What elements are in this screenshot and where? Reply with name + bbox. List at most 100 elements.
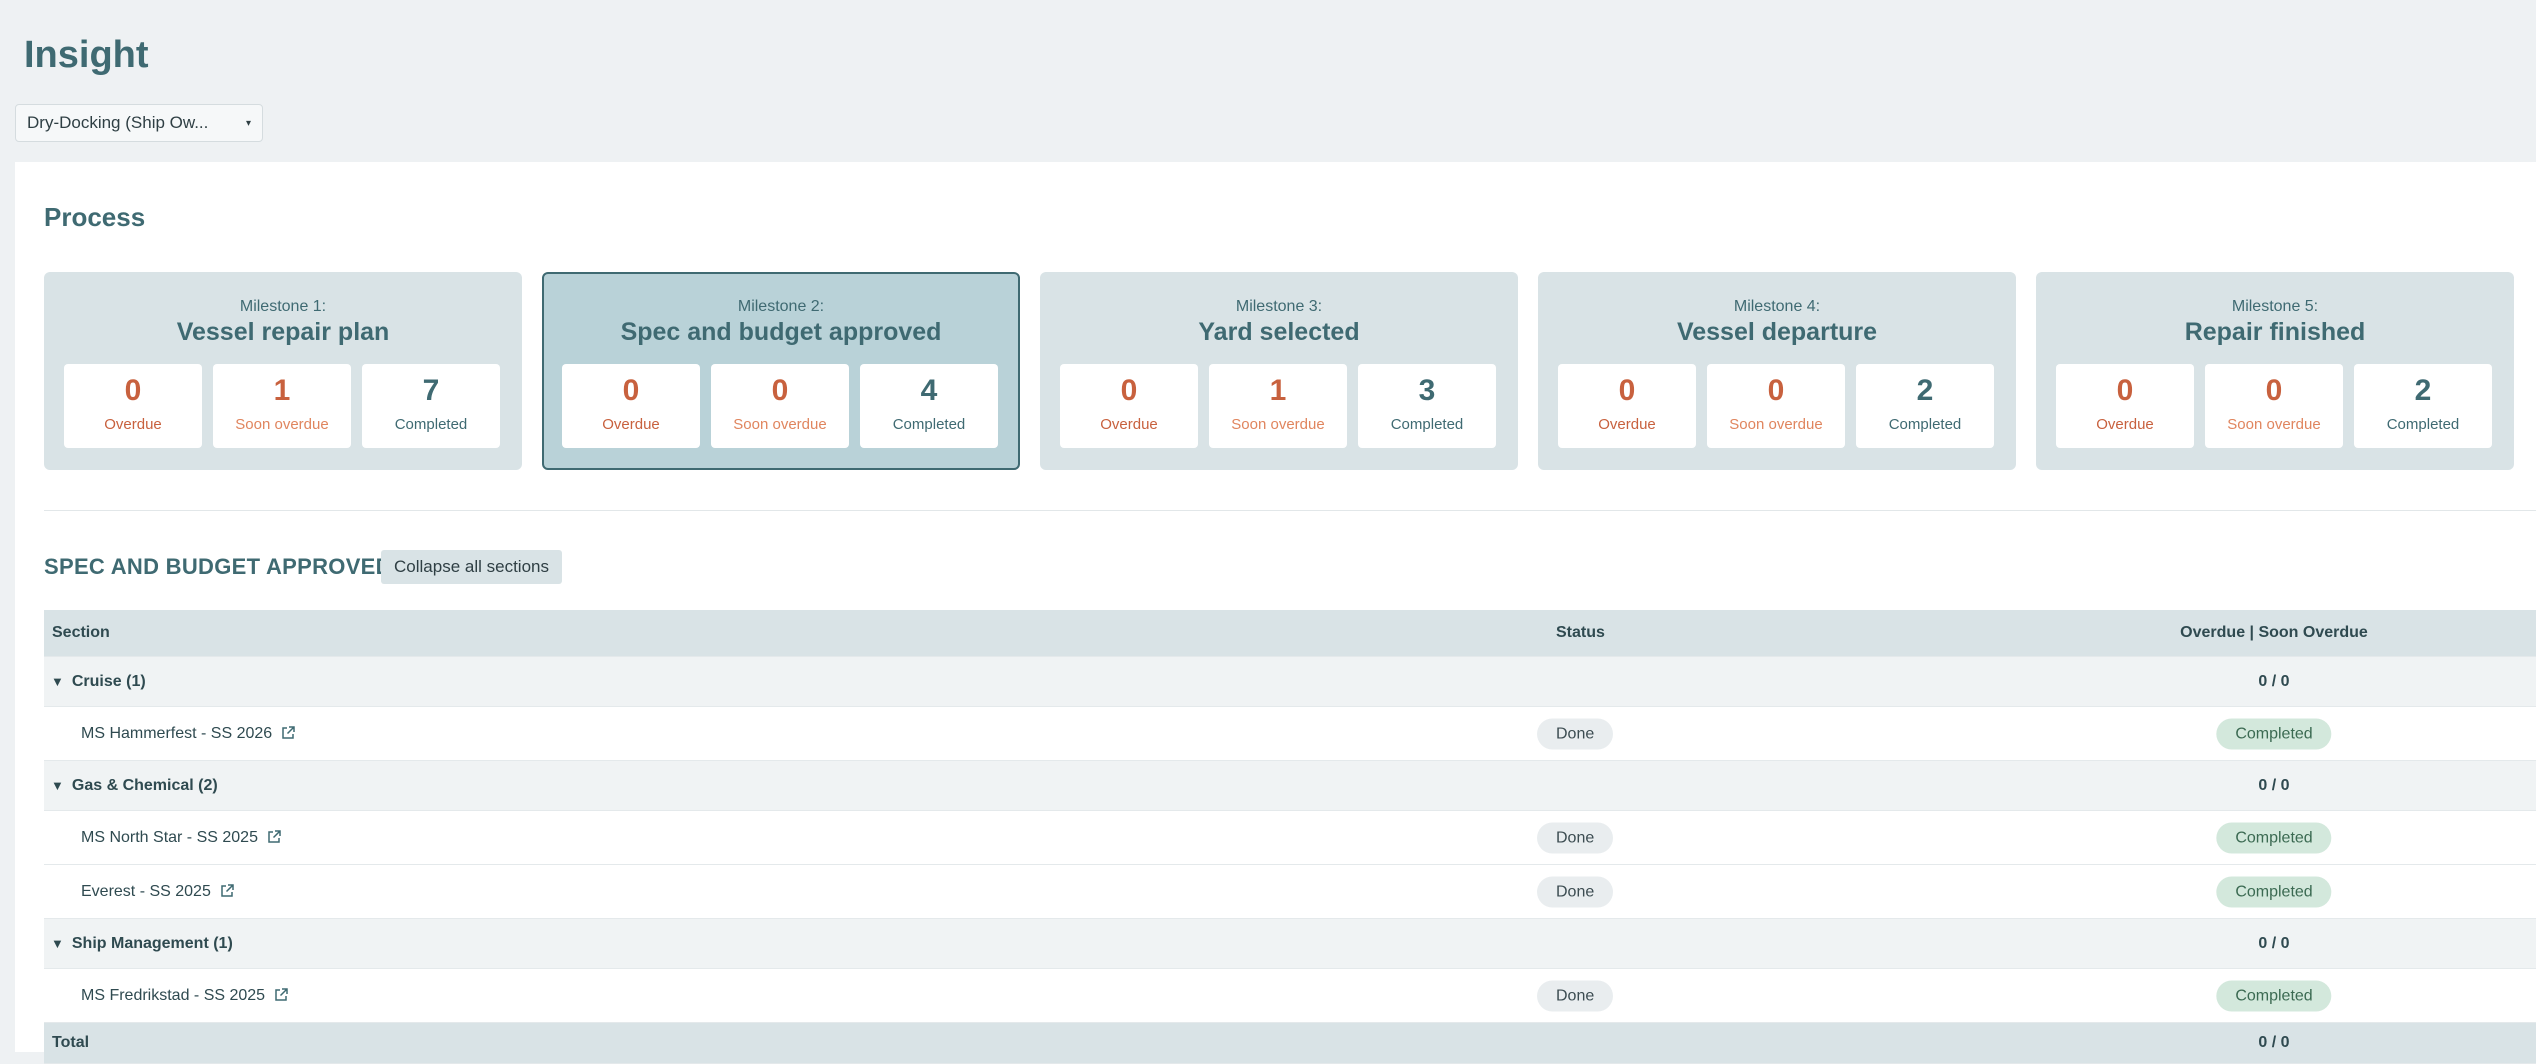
group-row-ship-management[interactable]: ▼ Ship Management (1) 0 / 0 (44, 919, 2536, 969)
milestone-number: Milestone 5: (2231, 298, 2319, 315)
group-row-cruise[interactable]: ▼ Cruise (1) 0 / 0 (44, 657, 2536, 707)
soon-overdue-count: 0 (771, 374, 789, 407)
completed-count: 3 (1418, 374, 1436, 407)
completed-label: Completed (1390, 416, 1464, 433)
group-overdue-count: 0 / 0 (2258, 776, 2290, 794)
overdue-label: Overdue (2096, 416, 2154, 433)
vessel-link[interactable]: MS Hammerfest - SS 2026 (81, 725, 272, 742)
divider (44, 510, 2536, 511)
table-row: MS North Star - SS 2025 Done Completed (44, 811, 2536, 865)
caret-down-icon: ▾ (245, 117, 251, 129)
total-row: Total 0 / 0 (44, 1023, 2536, 1064)
status-badge: Done (1537, 822, 1614, 853)
completed-stat: 7 Completed (362, 364, 500, 448)
process-type-dropdown[interactable]: Dry-Docking (Ship Ow... ▾ (15, 104, 263, 142)
collapse-caret-icon[interactable]: ▼ (51, 778, 64, 793)
status-badge: Done (1537, 876, 1614, 907)
soon-overdue-label: Soon overdue (235, 416, 329, 433)
completed-count: 7 (422, 374, 440, 407)
group-label: Ship Management (1) (71, 934, 233, 952)
completed-label: Completed (1888, 416, 1962, 433)
completed-label: Completed (892, 416, 966, 433)
soon-overdue-count: 0 (1767, 374, 1785, 407)
milestone-number: Milestone 4: (1733, 298, 1821, 315)
column-header-section[interactable]: Section (52, 624, 110, 642)
overdue-count: 0 (2116, 374, 2134, 407)
soon-overdue-stat: 1 Soon overdue (1209, 364, 1347, 448)
soon-overdue-count: 1 (273, 374, 291, 407)
completed-count: 4 (920, 374, 938, 407)
soon-overdue-stat: 0 Soon overdue (1707, 364, 1845, 448)
dropdown-value: Dry-Docking (Ship Ow... (27, 113, 209, 132)
table-row: Everest - SS 2025 Done Completed (44, 865, 2536, 919)
completed-stat: 2 Completed (2354, 364, 2492, 448)
overdue-label: Overdue (1598, 416, 1656, 433)
completed-count: 2 (1916, 374, 1934, 407)
vessel-link[interactable]: Everest - SS 2025 (81, 883, 211, 900)
soon-overdue-label: Soon overdue (1231, 416, 1325, 433)
soon-overdue-stat: 0 Soon overdue (2205, 364, 2343, 448)
milestone-card-2[interactable]: Milestone 2: Spec and budget approved 0 … (542, 272, 1020, 470)
soon-overdue-stat: 1 Soon overdue (213, 364, 351, 448)
table-row: MS Hammerfest - SS 2026 Done Completed (44, 707, 2536, 761)
overdue-label: Overdue (602, 416, 660, 433)
overdue-stat: 0 Overdue (2056, 364, 2194, 448)
completed-count: 2 (2414, 374, 2432, 407)
overdue-stat: 0 Overdue (562, 364, 700, 448)
column-header-status[interactable]: Status (1556, 624, 1605, 642)
milestone-name: Spec and budget approved (620, 318, 942, 346)
collapse-all-button[interactable]: Collapse all sections (381, 550, 562, 584)
completed-label: Completed (2386, 416, 2460, 433)
group-overdue-count: 0 / 0 (2258, 934, 2290, 952)
overdue-stat: 0 Overdue (64, 364, 202, 448)
overdue-count: 0 (124, 374, 142, 407)
group-label: Cruise (1) (71, 672, 146, 690)
main-panel: Process Milestone 1: Vessel repair plan … (15, 162, 2536, 1064)
external-link-icon[interactable] (280, 725, 296, 741)
milestone-name: Yard selected (1198, 318, 1360, 346)
table-row: MS Fredrikstad - SS 2025 Done Completed (44, 969, 2536, 1023)
completed-stat: 3 Completed (1358, 364, 1496, 448)
process-title: Process (44, 202, 146, 232)
vessel-link[interactable]: MS Fredrikstad - SS 2025 (81, 987, 265, 1004)
overdue-label: Overdue (104, 416, 162, 433)
milestone-number: Milestone 2: (737, 298, 825, 315)
collapse-caret-icon[interactable]: ▼ (51, 674, 64, 689)
group-row-gas-chemical[interactable]: ▼ Gas & Chemical (2) 0 / 0 (44, 761, 2536, 811)
sections-table: Section Status Overdue | Soon Overdue ▼ C… (44, 610, 2536, 1064)
external-link-icon[interactable] (266, 829, 282, 845)
soon-overdue-label: Soon overdue (1729, 416, 1823, 433)
milestone-name: Vessel departure (1676, 318, 1878, 346)
milestone-card-4[interactable]: Milestone 4: Vessel departure 0 Overdue … (1538, 272, 2016, 470)
completed-stat: 4 Completed (860, 364, 998, 448)
completed-label: Completed (394, 416, 468, 433)
soon-overdue-label: Soon overdue (2227, 416, 2321, 433)
milestone-name: Repair finished (2184, 318, 2366, 346)
external-link-icon[interactable] (273, 987, 289, 1003)
milestone-number: Milestone 1: (239, 298, 327, 315)
milestone-card-3[interactable]: Milestone 3: Yard selected 0 Overdue 1 S… (1040, 272, 1518, 470)
overdue-count: 0 (622, 374, 640, 407)
completion-badge: Completed (2216, 876, 2332, 907)
external-link-icon[interactable] (219, 883, 235, 899)
column-header-overdue[interactable]: Overdue | Soon Overdue (2180, 624, 2368, 642)
detail-title: SPEC AND BUDGET APPROVED (44, 554, 392, 579)
completion-badge: Completed (2216, 822, 2332, 853)
page-title: Insight (24, 34, 149, 76)
completion-badge: Completed (2216, 980, 2332, 1011)
completion-badge: Completed (2216, 718, 2332, 749)
milestone-card-1[interactable]: Milestone 1: Vessel repair plan 0 Overdu… (44, 272, 522, 470)
collapse-caret-icon[interactable]: ▼ (51, 936, 64, 951)
group-label: Gas & Chemical (2) (71, 776, 218, 794)
completed-stat: 2 Completed (1856, 364, 1994, 448)
milestone-card-5[interactable]: Milestone 5: Repair finished 0 Overdue 0… (2036, 272, 2514, 470)
total-label: Total (52, 1034, 90, 1051)
overdue-label: Overdue (1100, 416, 1158, 433)
soon-overdue-label: Soon overdue (733, 416, 827, 433)
status-badge: Done (1537, 980, 1614, 1011)
overdue-stat: 0 Overdue (1558, 364, 1696, 448)
overdue-count: 0 (1618, 374, 1636, 407)
soon-overdue-count: 0 (2265, 374, 2283, 407)
vessel-link[interactable]: MS North Star - SS 2025 (81, 829, 258, 846)
overdue-stat: 0 Overdue (1060, 364, 1198, 448)
